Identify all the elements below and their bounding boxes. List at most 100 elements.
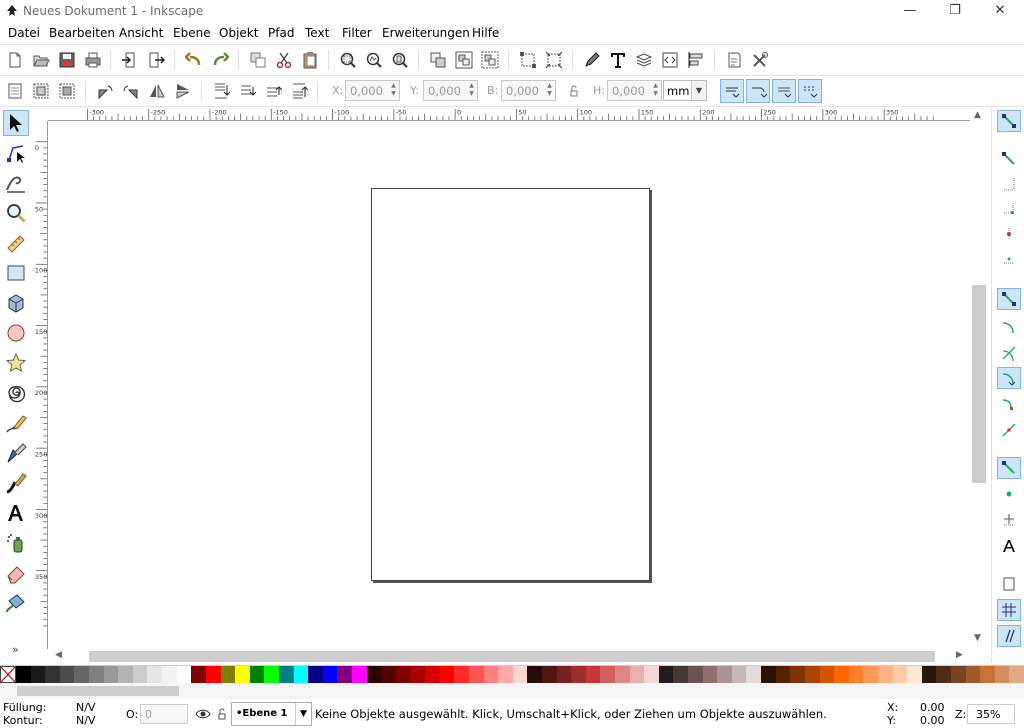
close-button[interactable]: ✕ bbox=[977, 0, 1023, 22]
group-icon[interactable] bbox=[453, 49, 475, 71]
menu-ebene[interactable]: Ebene bbox=[173, 26, 211, 40]
color-swatch[interactable] bbox=[994, 666, 1010, 683]
new-document-icon[interactable] bbox=[4, 49, 26, 71]
color-swatch[interactable] bbox=[454, 666, 469, 683]
color-swatch[interactable] bbox=[804, 666, 820, 683]
color-swatch[interactable] bbox=[147, 666, 163, 683]
selector-tool-icon[interactable] bbox=[3, 110, 29, 136]
color-swatch[interactable] bbox=[293, 666, 309, 683]
color-swatch[interactable] bbox=[468, 666, 484, 683]
ellipse-tool-icon[interactable] bbox=[3, 320, 29, 346]
color-swatch[interactable] bbox=[571, 666, 586, 683]
snap-object-center-icon[interactable] bbox=[997, 483, 1021, 505]
export-icon[interactable] bbox=[145, 49, 167, 71]
color-swatch[interactable] bbox=[629, 666, 645, 683]
color-swatch[interactable] bbox=[337, 666, 353, 683]
color-swatch[interactable] bbox=[16, 666, 31, 683]
spin-arrows-icon[interactable]: ▲ ▼ bbox=[545, 82, 554, 99]
snap-intersections-icon[interactable] bbox=[997, 342, 1021, 364]
fill-stroke-icon[interactable] bbox=[581, 49, 603, 71]
open-icon[interactable] bbox=[30, 49, 52, 71]
color-swatch[interactable] bbox=[907, 666, 922, 683]
y-field[interactable]: 0,000 ▲ ▼ bbox=[423, 80, 478, 101]
color-swatch[interactable] bbox=[731, 666, 747, 683]
pen-tool-icon[interactable] bbox=[3, 440, 29, 466]
document-properties-icon[interactable] bbox=[723, 49, 745, 71]
color-swatch[interactable] bbox=[45, 666, 60, 683]
color-swatch[interactable] bbox=[132, 666, 148, 683]
lower-to-bottom-icon[interactable] bbox=[210, 80, 232, 102]
color-swatch[interactable] bbox=[410, 666, 426, 683]
menu-pfad[interactable]: Pfad bbox=[268, 26, 294, 40]
color-swatch[interactable] bbox=[614, 666, 630, 683]
snap-midpoints-icon[interactable] bbox=[997, 419, 1021, 441]
snap-grid-icon[interactable] bbox=[997, 599, 1021, 621]
zoom-field[interactable]: 35% bbox=[967, 704, 1015, 724]
color-swatch[interactable] bbox=[366, 666, 382, 683]
snap-text-baseline-icon[interactable] bbox=[997, 535, 1021, 557]
import-icon[interactable] bbox=[119, 49, 141, 71]
print-icon[interactable] bbox=[82, 49, 104, 71]
palette-scroll-thumb[interactable] bbox=[17, 686, 179, 696]
scroll-down-icon[interactable]: ▼ bbox=[974, 633, 981, 643]
snap-enable-icon[interactable] bbox=[997, 110, 1021, 132]
select-all-layers-icon[interactable] bbox=[30, 80, 52, 102]
snap-bbox-midpoint-icon[interactable] bbox=[997, 223, 1021, 245]
xml-editor-icon[interactable] bbox=[659, 49, 681, 71]
pencil-tool-icon[interactable] bbox=[3, 410, 29, 436]
canvas[interactable] bbox=[49, 122, 970, 649]
horizontal-scroll-thumb[interactable] bbox=[89, 651, 935, 662]
color-swatch[interactable] bbox=[512, 666, 528, 683]
undo-icon[interactable] bbox=[183, 49, 205, 71]
color-swatch[interactable] bbox=[59, 666, 75, 683]
color-swatch[interactable] bbox=[761, 666, 776, 683]
color-swatch[interactable] bbox=[965, 666, 981, 683]
layer-select[interactable]: •Ebene 1 ▼ bbox=[231, 702, 312, 726]
menu-ansicht[interactable]: Ansicht bbox=[119, 26, 163, 40]
deselect-icon[interactable] bbox=[56, 80, 78, 102]
color-swatch[interactable] bbox=[89, 666, 104, 683]
text-tool-icon[interactable] bbox=[3, 500, 29, 526]
color-swatch[interactable] bbox=[556, 666, 572, 683]
snap-bbox-center-icon[interactable] bbox=[997, 248, 1021, 270]
color-swatch[interactable] bbox=[352, 666, 367, 683]
spin-arrows-icon[interactable]: ▲ ▼ bbox=[467, 82, 476, 99]
star-tool-icon[interactable] bbox=[3, 350, 29, 376]
ruler-vertical[interactable]: 0 50 100 150 200 250 300 350 bbox=[34, 121, 48, 649]
calligraphy-tool-icon[interactable] bbox=[3, 470, 29, 496]
color-swatch[interactable] bbox=[220, 666, 236, 683]
width-field[interactable]: 0,000 ▲ ▼ bbox=[501, 80, 556, 101]
lower-icon[interactable] bbox=[236, 80, 258, 102]
color-swatch[interactable] bbox=[278, 666, 294, 683]
zoom-page-icon[interactable] bbox=[389, 49, 411, 71]
color-swatch[interactable] bbox=[381, 666, 396, 683]
layer-lock-icon[interactable] bbox=[211, 703, 233, 725]
color-swatch[interactable] bbox=[644, 666, 659, 683]
color-swatch[interactable] bbox=[863, 666, 878, 683]
horizontal-scrollbar[interactable]: ◀ ▶ bbox=[49, 649, 970, 664]
duplicate-icon[interactable] bbox=[247, 49, 269, 71]
color-swatch[interactable] bbox=[162, 666, 177, 683]
document-page[interactable] bbox=[371, 188, 650, 581]
eraser-tool-icon[interactable] bbox=[3, 560, 29, 586]
spiral-tool-icon[interactable] bbox=[3, 380, 29, 406]
stroke-value[interactable]: N/V bbox=[76, 714, 95, 727]
color-swatch[interactable] bbox=[498, 666, 513, 683]
snap-bbox-edge-icon[interactable] bbox=[997, 173, 1021, 195]
maximize-button[interactable]: ❐ bbox=[932, 0, 978, 22]
node-snap-icon[interactable] bbox=[517, 49, 539, 71]
color-swatch[interactable] bbox=[936, 666, 951, 683]
color-swatch[interactable] bbox=[746, 666, 762, 683]
color-swatch[interactable] bbox=[205, 666, 221, 683]
node-tool-icon[interactable] bbox=[3, 140, 29, 166]
color-swatch[interactable] bbox=[717, 666, 732, 683]
color-swatch[interactable] bbox=[673, 666, 689, 683]
rotate-ccw-icon[interactable] bbox=[94, 80, 116, 102]
snap-page-border-icon[interactable] bbox=[997, 573, 1021, 595]
layers-icon[interactable] bbox=[633, 49, 655, 71]
menu-objekt[interactable]: Objekt bbox=[219, 26, 258, 40]
scroll-up-icon[interactable]: ▲ bbox=[974, 110, 981, 120]
ruler-horizontal[interactable]: -300 -250 -200 -150 -100 -50 0 50 100 150 200 250 30… bbox=[48, 107, 970, 121]
color-swatch[interactable] bbox=[585, 666, 601, 683]
color-swatch[interactable] bbox=[322, 666, 338, 683]
